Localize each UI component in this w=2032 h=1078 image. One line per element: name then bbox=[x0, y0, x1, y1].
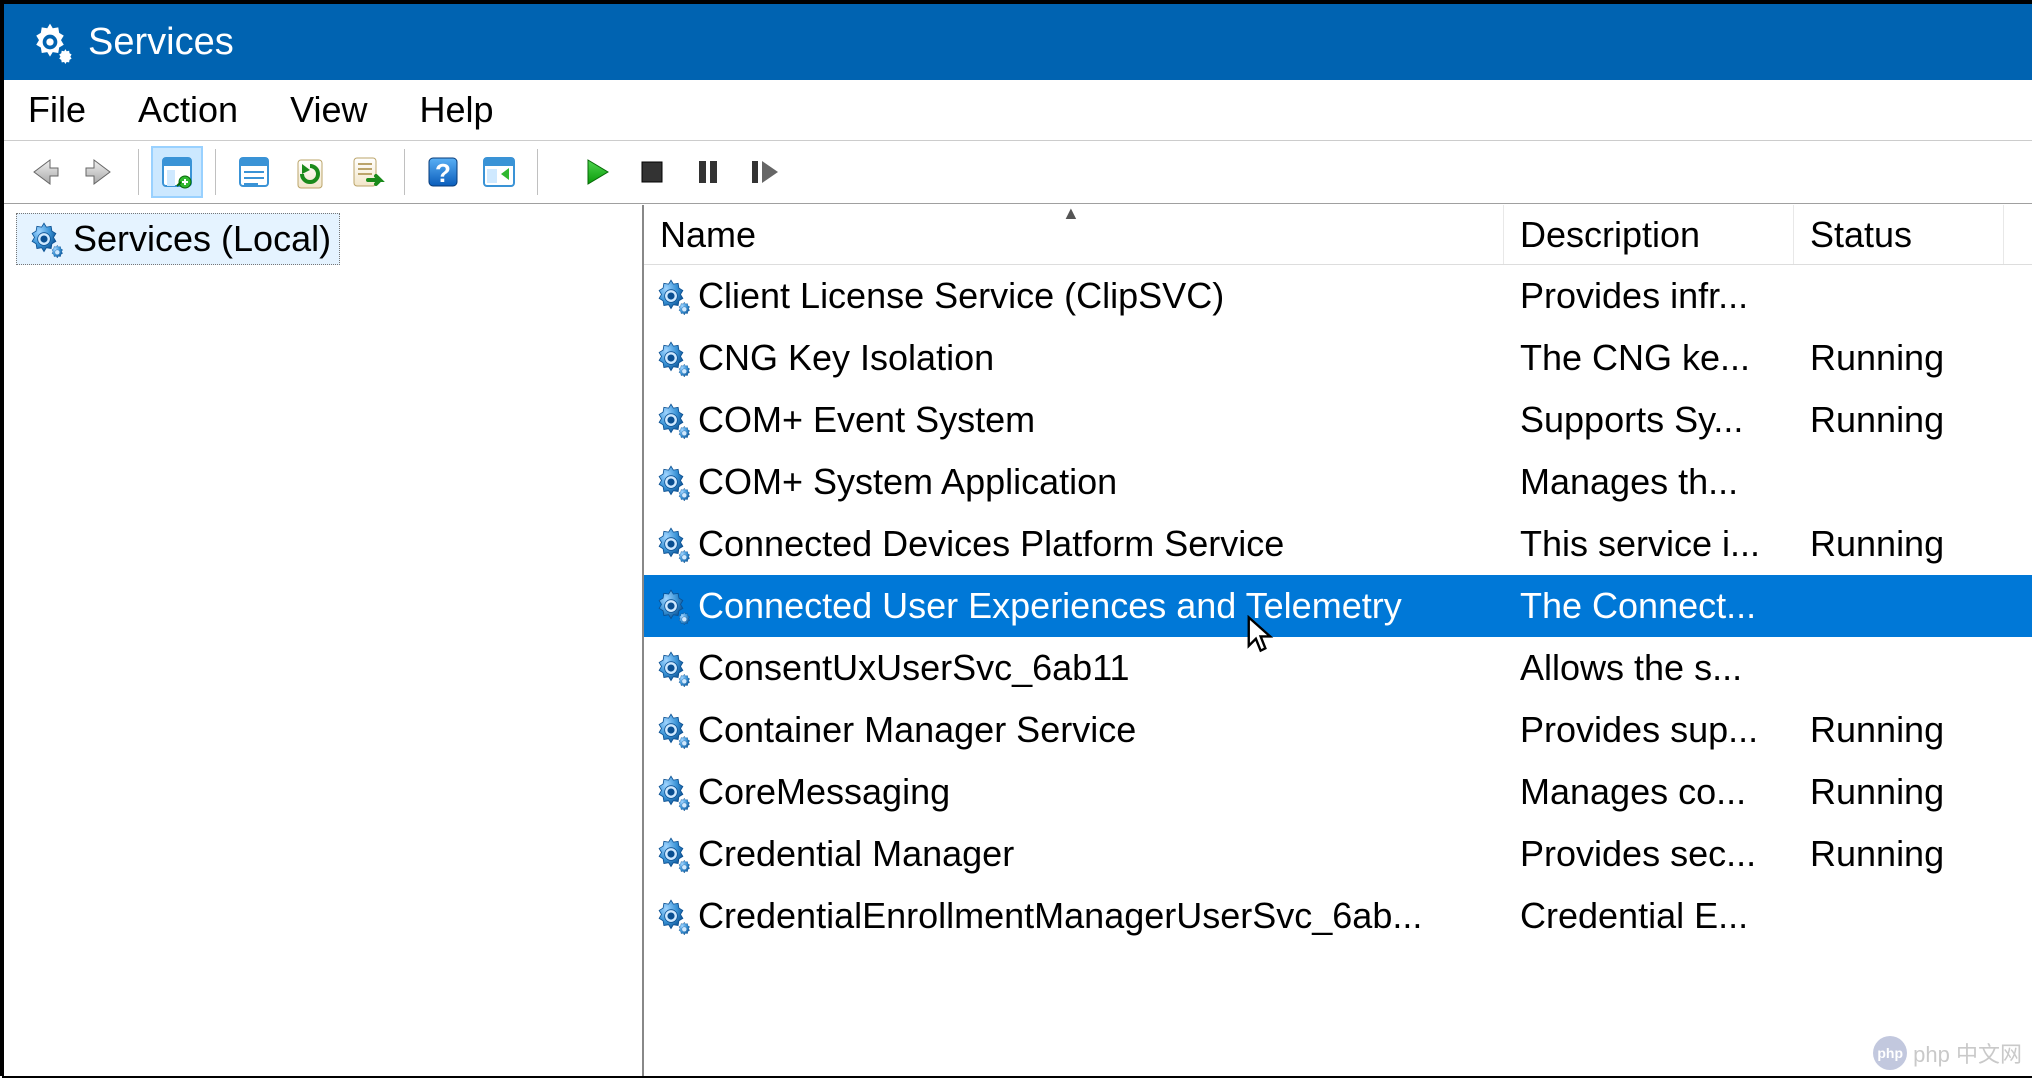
toolbar-separator bbox=[404, 149, 405, 195]
tree-item-label: Services (Local) bbox=[73, 218, 331, 260]
service-name: Client License Service (ClipSVC) bbox=[698, 275, 1224, 317]
service-status: Running bbox=[1794, 771, 2004, 813]
menubar: File Action View Help bbox=[4, 80, 2032, 140]
service-status: Running bbox=[1794, 523, 2004, 565]
gear-icon bbox=[652, 897, 690, 935]
menu-file[interactable]: File bbox=[28, 89, 86, 131]
menu-view[interactable]: View bbox=[290, 89, 367, 131]
service-name: Credential Manager bbox=[698, 833, 1014, 875]
back-button[interactable] bbox=[18, 146, 70, 198]
service-row[interactable]: ConsentUxUserSvc_6ab11 Allows the s... bbox=[644, 637, 2032, 699]
service-row[interactable]: CNG Key Isolation The CNG ke...Running bbox=[644, 327, 2032, 389]
service-name: CoreMessaging bbox=[698, 771, 950, 813]
service-row[interactable]: CredentialEnrollmentManagerUserSvc_6ab..… bbox=[644, 885, 2032, 947]
service-description: This service i... bbox=[1504, 523, 1794, 565]
service-description: Allows the s... bbox=[1504, 647, 1794, 689]
properties-button[interactable] bbox=[228, 146, 280, 198]
gear-icon bbox=[652, 525, 690, 563]
restart-service-button[interactable] bbox=[738, 146, 790, 198]
gear-icon bbox=[652, 587, 690, 625]
gear-icon bbox=[652, 463, 690, 501]
service-name: ConsentUxUserSvc_6ab11 bbox=[698, 647, 1130, 689]
show-hide-console-tree-button[interactable] bbox=[151, 146, 203, 198]
service-row[interactable]: Connected Devices Platform Service This s… bbox=[644, 513, 2032, 575]
export-list-button[interactable] bbox=[340, 146, 392, 198]
column-header-description[interactable]: Description bbox=[1504, 205, 1794, 264]
toolbar-separator bbox=[138, 149, 139, 195]
gear-icon bbox=[652, 649, 690, 687]
service-row[interactable]: Connected User Experiences and Telemetry… bbox=[644, 575, 2032, 637]
toolbar-separator bbox=[537, 149, 538, 195]
gear-icon bbox=[652, 401, 690, 439]
list-pane: ▲ Name Description Status Client License… bbox=[644, 205, 2032, 1076]
gear-icon bbox=[652, 711, 690, 749]
menu-action[interactable]: Action bbox=[138, 89, 238, 131]
gear-icon bbox=[652, 835, 690, 873]
service-description: Provides sec... bbox=[1504, 833, 1794, 875]
service-status: Running bbox=[1794, 399, 2004, 441]
start-service-button[interactable] bbox=[570, 146, 622, 198]
service-row[interactable]: COM+ Event System Supports Sy...Running bbox=[644, 389, 2032, 451]
show-hide-action-pane-button[interactable] bbox=[473, 146, 525, 198]
gear-icon bbox=[652, 339, 690, 377]
list-body: Client License Service (ClipSVC) Provides… bbox=[644, 265, 2032, 1076]
stop-service-button[interactable] bbox=[626, 146, 678, 198]
window-title: Services bbox=[88, 21, 234, 64]
service-row[interactable]: Credential Manager Provides sec...Running bbox=[644, 823, 2032, 885]
service-name: Connected Devices Platform Service bbox=[698, 523, 1284, 565]
menu-help[interactable]: Help bbox=[419, 89, 493, 131]
toolbar-separator bbox=[215, 149, 216, 195]
service-name: CredentialEnrollmentManagerUserSvc_6ab..… bbox=[698, 895, 1422, 937]
gear-icon bbox=[25, 220, 63, 258]
service-description: Credential E... bbox=[1504, 895, 1794, 937]
toolbar bbox=[4, 140, 2032, 204]
sort-ascending-icon: ▲ bbox=[1062, 203, 1080, 224]
service-description: The Connect... bbox=[1504, 585, 1794, 627]
service-name: Container Manager Service bbox=[698, 709, 1136, 751]
pause-service-button[interactable] bbox=[682, 146, 734, 198]
service-name: COM+ Event System bbox=[698, 399, 1035, 441]
service-name: COM+ System Application bbox=[698, 461, 1117, 503]
gear-icon bbox=[652, 773, 690, 811]
refresh-button[interactable] bbox=[284, 146, 336, 198]
service-name: Connected User Experiences and Telemetry bbox=[698, 585, 1402, 627]
tree-item-services-local[interactable]: Services (Local) bbox=[16, 213, 340, 265]
gear-icon bbox=[652, 277, 690, 315]
service-row[interactable]: Container Manager Service Provides sup...… bbox=[644, 699, 2032, 761]
titlebar: Services bbox=[4, 4, 2032, 80]
service-status: Running bbox=[1794, 709, 2004, 751]
watermark: php php 中文网 bbox=[1873, 1036, 2022, 1070]
service-description: Manages th... bbox=[1504, 461, 1794, 503]
service-name: CNG Key Isolation bbox=[698, 337, 994, 379]
service-status: Running bbox=[1794, 337, 2004, 379]
service-description: The CNG ke... bbox=[1504, 337, 1794, 379]
service-status: Running bbox=[1794, 833, 2004, 875]
service-description: Supports Sy... bbox=[1504, 399, 1794, 441]
column-header-status[interactable]: Status bbox=[1794, 205, 2004, 264]
service-description: Manages co... bbox=[1504, 771, 1794, 813]
service-row[interactable]: COM+ System Application Manages th... bbox=[644, 451, 2032, 513]
service-description: Provides sup... bbox=[1504, 709, 1794, 751]
forward-button[interactable] bbox=[74, 146, 126, 198]
service-row[interactable]: CoreMessaging Manages co...Running bbox=[644, 761, 2032, 823]
php-icon: php bbox=[1873, 1036, 1907, 1070]
service-row[interactable]: Client License Service (ClipSVC) Provides… bbox=[644, 265, 2032, 327]
help-button[interactable] bbox=[417, 146, 469, 198]
list-header: ▲ Name Description Status bbox=[644, 205, 2032, 265]
app-icon bbox=[28, 20, 72, 64]
body-panes: Services (Local) ▲ Name Description Stat… bbox=[4, 204, 2032, 1076]
service-description: Provides infr... bbox=[1504, 275, 1794, 317]
tree-pane: Services (Local) bbox=[4, 205, 644, 1076]
